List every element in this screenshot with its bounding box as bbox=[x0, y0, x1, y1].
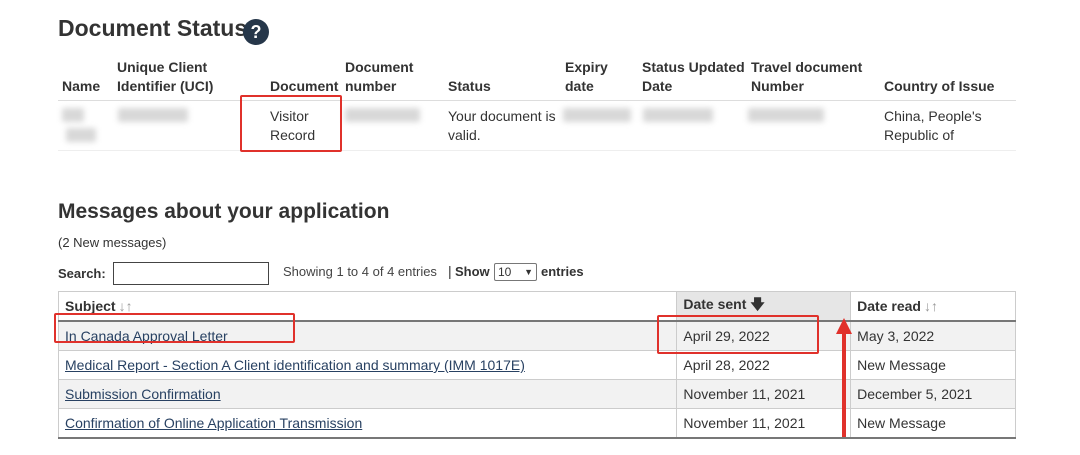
col-document: Document bbox=[270, 78, 339, 94]
th-subject-label: Subject bbox=[65, 298, 116, 314]
col-country: Country of Issue bbox=[884, 78, 995, 94]
annotation-arrow-up-icon bbox=[836, 318, 852, 334]
redacted-document-number bbox=[345, 108, 420, 122]
annotation-box-approval-letter bbox=[54, 313, 295, 343]
cell-subject: Medical Report - Section A Client identi… bbox=[57, 350, 678, 380]
col-document-number: Document number bbox=[345, 58, 413, 96]
page-size-select[interactable]: 10 ▼ bbox=[494, 263, 537, 281]
th-date-read-label: Date read bbox=[857, 298, 921, 314]
col-name: Name bbox=[62, 78, 101, 94]
col-travel-document: Travel document Number bbox=[751, 58, 862, 96]
annotation-box-visitor-record bbox=[240, 95, 342, 152]
col-status-updated: Status Updated Date bbox=[642, 58, 745, 96]
search-label: Search: bbox=[58, 266, 106, 281]
annotation-box-date-sent bbox=[657, 315, 819, 354]
show-label: Show bbox=[455, 264, 490, 279]
messages-title: Messages about your application bbox=[58, 200, 390, 223]
col-expiry: Expiry date bbox=[565, 58, 608, 96]
status-header-divider bbox=[58, 100, 1016, 101]
help-icon[interactable]: ? bbox=[243, 19, 269, 45]
table-row: Medical Report - Section A Client identi… bbox=[57, 350, 1016, 380]
message-link[interactable]: Medical Report - Section A Client identi… bbox=[65, 357, 525, 373]
entries-label: entries bbox=[541, 264, 584, 279]
redacted-expiry bbox=[563, 108, 631, 122]
col-expiry-line2: date bbox=[565, 78, 594, 94]
cell-date-sent: November 11, 2021 bbox=[676, 379, 852, 409]
col-status: Status bbox=[448, 78, 491, 94]
cell-date-read: New Message bbox=[850, 408, 1016, 439]
search-input[interactable] bbox=[113, 262, 269, 285]
col-uci: Unique Client Identifier (UCI) bbox=[117, 58, 213, 96]
col-doc-number-line2: number bbox=[345, 78, 397, 94]
sort-both-icon: ↓↑ bbox=[923, 298, 938, 314]
page-title: Document Status bbox=[58, 15, 248, 41]
table-row: Confirmation of Online Application Trans… bbox=[57, 408, 1016, 439]
col-updated-line1: Status Updated bbox=[642, 59, 745, 75]
col-uci-line1: Unique Client bbox=[117, 59, 208, 75]
chevron-down-icon: ▼ bbox=[524, 267, 533, 277]
col-travel-line2: Number bbox=[751, 78, 804, 94]
country-value: China, People's Republic of bbox=[884, 107, 982, 145]
country-value-line2: Republic of bbox=[884, 127, 955, 143]
cell-date-sent: April 28, 2022 bbox=[676, 350, 852, 380]
message-link[interactable]: Confirmation of Online Application Trans… bbox=[65, 415, 362, 431]
redacted-uci bbox=[118, 108, 188, 122]
redacted-name bbox=[62, 108, 84, 122]
country-value-line1: China, People's bbox=[884, 108, 982, 124]
cell-date-sent: November 11, 2021 bbox=[676, 408, 852, 439]
status-value-line2: valid. bbox=[448, 127, 481, 143]
th-date-sent-label: Date sent bbox=[683, 296, 747, 312]
status-value-line1: Your document is bbox=[448, 108, 556, 124]
redacted-travel-number bbox=[748, 108, 824, 122]
col-expiry-line1: Expiry bbox=[565, 59, 608, 75]
cell-subject: Confirmation of Online Application Trans… bbox=[57, 408, 678, 439]
status-row-divider bbox=[58, 150, 1016, 151]
status-value: Your document is valid. bbox=[448, 107, 556, 145]
redacted-name-2 bbox=[66, 128, 96, 142]
cell-date-read: New Message bbox=[850, 350, 1016, 380]
new-messages-count: (2 New messages) bbox=[58, 235, 167, 250]
col-doc-number-line1: Document bbox=[345, 59, 414, 75]
table-row: Submission Confirmation November 11, 202… bbox=[57, 379, 1016, 409]
annotation-arrow-line bbox=[842, 332, 846, 437]
cell-date-read: May 3, 2022 bbox=[850, 321, 1016, 351]
showing-entries-info: Showing 1 to 4 of 4 entries bbox=[283, 264, 437, 279]
page-size-value: 10 bbox=[498, 265, 512, 279]
sort-both-icon: ↓↑ bbox=[118, 298, 133, 314]
col-updated-line2: Date bbox=[642, 78, 673, 94]
sort-descending-icon: 🡇 bbox=[750, 296, 765, 312]
th-date-read[interactable]: Date read ↓↑ bbox=[850, 291, 1016, 322]
cell-date-read: December 5, 2021 bbox=[850, 379, 1016, 409]
info-separator: | bbox=[448, 263, 452, 279]
col-uci-line2: Identifier (UCI) bbox=[117, 78, 214, 94]
cell-subject: Submission Confirmation bbox=[57, 379, 678, 409]
message-link[interactable]: Submission Confirmation bbox=[65, 386, 221, 402]
redacted-updated-date bbox=[643, 108, 713, 122]
col-travel-line1: Travel document bbox=[751, 59, 863, 75]
